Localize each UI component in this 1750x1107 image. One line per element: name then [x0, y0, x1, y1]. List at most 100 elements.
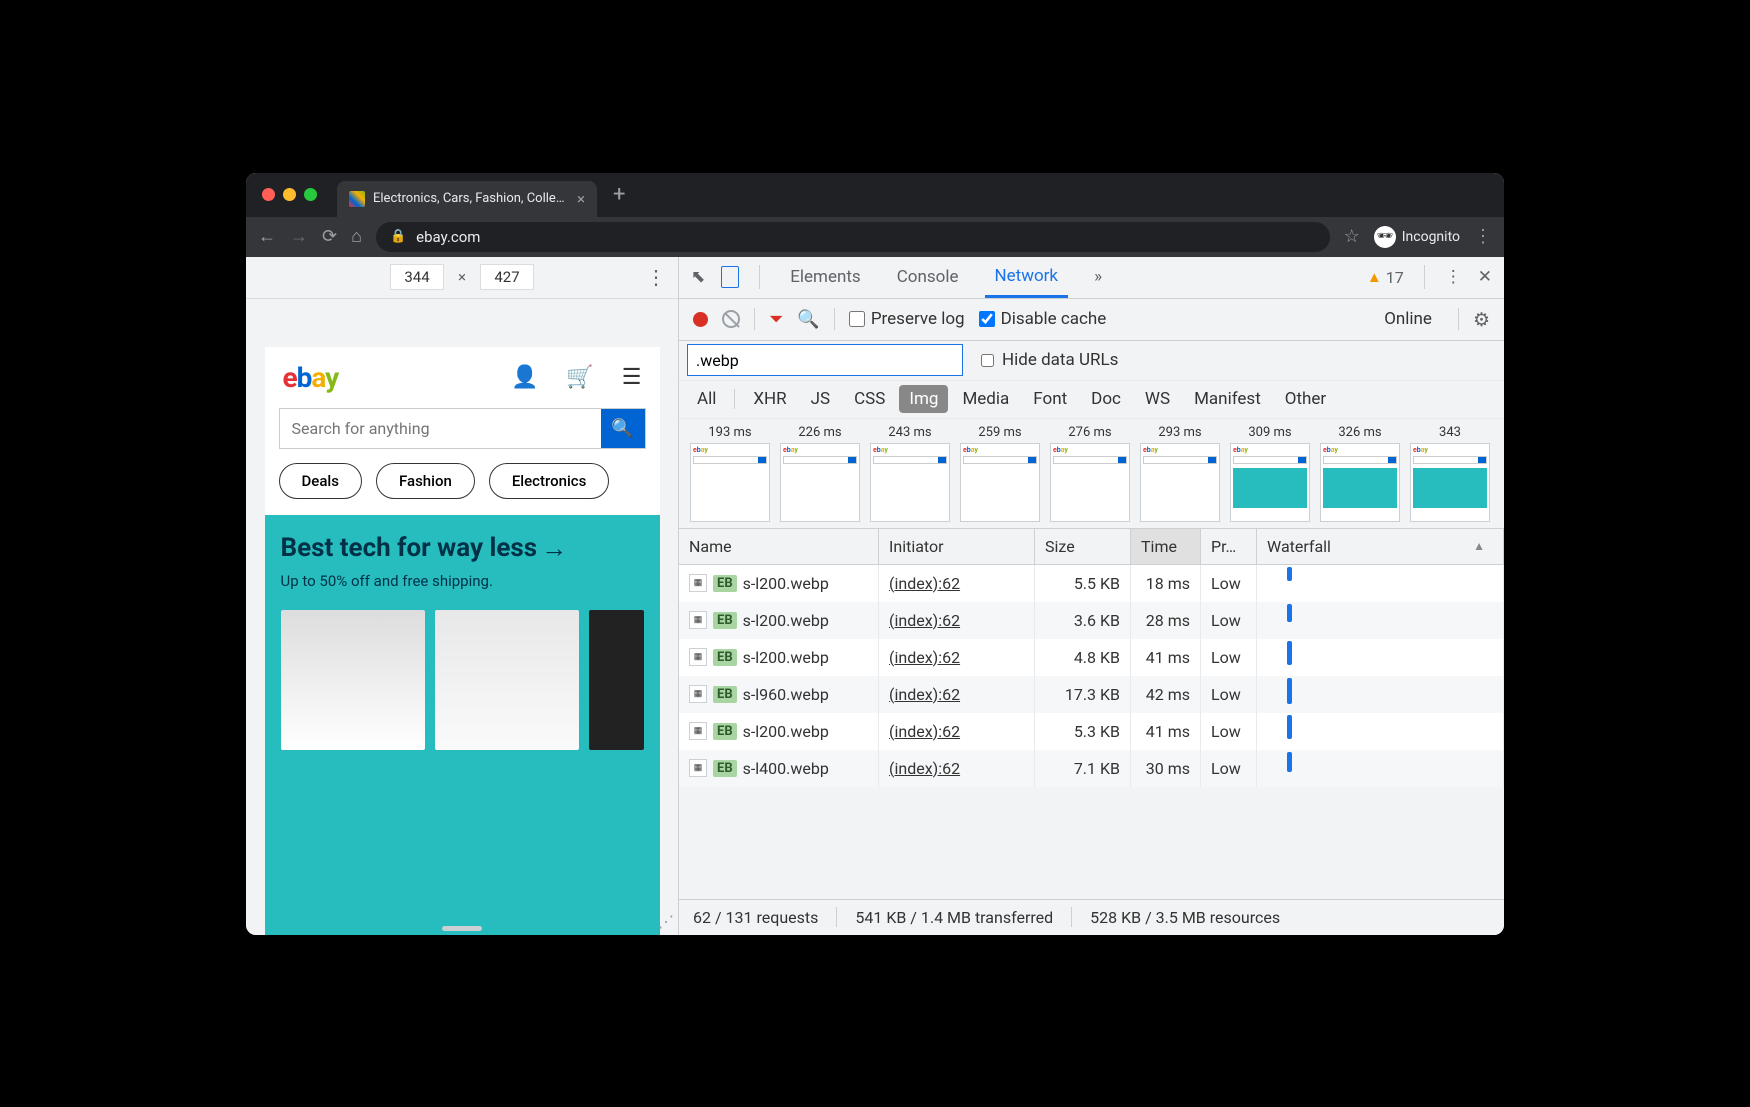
table-row[interactable]: ▦EBs-l400.webp(index):627.1 KB30 msLow: [679, 750, 1504, 787]
inspect-icon[interactable]: ⬉: [691, 267, 705, 287]
hero-product-image[interactable]: [435, 610, 579, 750]
maximize-window-button[interactable]: [304, 188, 317, 201]
tab-elements[interactable]: Elements: [780, 257, 870, 298]
category-pill[interactable]: Fashion: [376, 463, 475, 499]
viewport-width-input[interactable]: [390, 264, 444, 290]
device-toggle-icon[interactable]: [721, 266, 739, 288]
account-icon[interactable]: 👤: [511, 365, 538, 390]
type-filter-doc[interactable]: Doc: [1081, 385, 1131, 413]
devtools-tabs: ⬉ Elements Console Network » ▲ 17 ⋮ ✕: [679, 257, 1504, 299]
tab-network[interactable]: Network: [985, 257, 1069, 298]
devtools-menu-icon[interactable]: ⋮: [1445, 267, 1462, 287]
hide-data-urls-checkbox[interactable]: Hide data URLs: [981, 350, 1118, 370]
search-button[interactable]: 🔍: [601, 409, 645, 448]
address-bar[interactable]: 🔒 ebay.com: [376, 222, 1330, 252]
device-menu-icon[interactable]: ⋮: [646, 265, 666, 289]
type-filter-media[interactable]: Media: [952, 385, 1019, 413]
reload-icon[interactable]: ⟳: [322, 226, 337, 247]
waterfall-cell: [1257, 639, 1504, 676]
waterfall-cell: [1257, 713, 1504, 750]
browser-tab[interactable]: Electronics, Cars, Fashion, Collectibles…: [337, 181, 597, 217]
clear-button[interactable]: [722, 310, 740, 328]
type-filter-all[interactable]: All: [687, 385, 726, 413]
viewport-size-bar: × ⋮: [246, 257, 678, 299]
star-icon[interactable]: ☆: [1344, 226, 1360, 247]
disable-cache-checkbox[interactable]: Disable cache: [979, 309, 1107, 329]
category-pill[interactable]: Deals: [279, 463, 362, 499]
eb-badge: EB: [713, 649, 737, 666]
type-filter-font[interactable]: Font: [1023, 385, 1077, 413]
filmstrip-frame[interactable]: 293 msebay: [1137, 425, 1223, 522]
initiator-link[interactable]: (index):62: [889, 685, 960, 704]
hero-product-image[interactable]: [281, 610, 425, 750]
hero-product-image[interactable]: [589, 610, 643, 750]
minimize-window-button[interactable]: [283, 188, 296, 201]
preserve-log-checkbox[interactable]: Preserve log: [849, 309, 965, 329]
ebay-logo[interactable]: ebay: [283, 361, 339, 394]
filter-icon[interactable]: ⏷: [769, 309, 783, 330]
filmstrip-frame[interactable]: 343ebay: [1407, 425, 1493, 522]
type-filter-ws[interactable]: WS: [1135, 385, 1180, 413]
table-row[interactable]: ▦EBs-l200.webp(index):623.6 KB28 msLow: [679, 602, 1504, 639]
filmstrip-frame[interactable]: 226 msebay: [777, 425, 863, 522]
initiator-link[interactable]: (index):62: [889, 574, 960, 593]
tab-console[interactable]: Console: [887, 257, 969, 298]
time-cell: 30 ms: [1131, 750, 1201, 787]
home-icon[interactable]: ⌂: [351, 226, 362, 247]
incognito-indicator: 🕶 Incognito: [1374, 226, 1460, 248]
filter-input[interactable]: [687, 344, 963, 376]
initiator-link[interactable]: (index):62: [889, 611, 960, 630]
eb-badge: EB: [713, 575, 737, 592]
col-name[interactable]: Name: [679, 529, 879, 564]
record-button[interactable]: [693, 312, 708, 327]
menu-icon[interactable]: ⋮: [1474, 226, 1492, 247]
type-filter-js[interactable]: JS: [801, 385, 840, 413]
col-waterfall[interactable]: Waterfall ▲: [1257, 529, 1504, 564]
col-initiator[interactable]: Initiator: [879, 529, 1035, 564]
table-row[interactable]: ▦EBs-l960.webp(index):6217.3 KB42 msLow: [679, 676, 1504, 713]
filmstrip-frame[interactable]: 243 msebay: [867, 425, 953, 522]
filmstrip-frame[interactable]: 326 msebay: [1317, 425, 1403, 522]
new-tab-button[interactable]: +: [597, 182, 641, 207]
close-window-button[interactable]: [262, 188, 275, 201]
type-filter-css[interactable]: CSS: [844, 385, 895, 413]
filmstrip-frame[interactable]: 309 msebay: [1227, 425, 1313, 522]
table-row[interactable]: ▦EBs-l200.webp(index):625.3 KB41 msLow: [679, 713, 1504, 750]
filmstrip-frame[interactable]: 193 msebay: [687, 425, 773, 522]
close-devtools-icon[interactable]: ✕: [1478, 267, 1492, 287]
corner-resize-icon[interactable]: ⋰: [658, 912, 674, 931]
resize-handle[interactable]: [442, 926, 482, 931]
initiator-link[interactable]: (index):62: [889, 722, 960, 741]
more-tabs[interactable]: »: [1084, 257, 1112, 298]
settings-icon[interactable]: ⚙: [1473, 308, 1490, 331]
filmstrip-frame[interactable]: 276 msebay: [1047, 425, 1133, 522]
forward-icon[interactable]: →: [290, 226, 308, 247]
category-pill[interactable]: Electronics: [489, 463, 610, 499]
table-row[interactable]: ▦EBs-l200.webp(index):624.8 KB41 msLow: [679, 639, 1504, 676]
initiator-link[interactable]: (index):62: [889, 759, 960, 778]
hero-arrow-icon[interactable]: →: [541, 533, 567, 564]
warnings-badge[interactable]: ▲ 17: [1367, 268, 1404, 287]
type-filter-img[interactable]: Img: [899, 385, 948, 413]
hero-title: Best tech for way less: [281, 533, 538, 563]
search-icon[interactable]: 🔍: [797, 309, 819, 330]
type-filter-other[interactable]: Other: [1275, 385, 1336, 413]
col-time[interactable]: Time: [1131, 529, 1201, 564]
table-row[interactable]: ▦EBs-l200.webp(index):625.5 KB18 msLow: [679, 565, 1504, 602]
hamburger-icon[interactable]: ☰: [622, 365, 642, 390]
type-filter-xhr[interactable]: XHR: [743, 385, 796, 413]
priority-cell: Low: [1201, 676, 1257, 713]
initiator-link[interactable]: (index):62: [889, 648, 960, 667]
type-filter-manifest[interactable]: Manifest: [1184, 385, 1271, 413]
file-thumb-icon: ▦: [689, 722, 707, 740]
close-tab-icon[interactable]: ×: [577, 190, 585, 208]
viewport-height-input[interactable]: [480, 264, 534, 290]
col-priority[interactable]: Pr…: [1201, 529, 1257, 564]
throttling-select[interactable]: Online: [1384, 309, 1432, 329]
cart-icon[interactable]: 🛒: [566, 365, 593, 390]
search-input[interactable]: [280, 409, 601, 448]
col-size[interactable]: Size: [1035, 529, 1131, 564]
back-icon[interactable]: ←: [258, 226, 276, 247]
file-name: s-l400.webp: [743, 759, 829, 778]
filmstrip-frame[interactable]: 259 msebay: [957, 425, 1043, 522]
